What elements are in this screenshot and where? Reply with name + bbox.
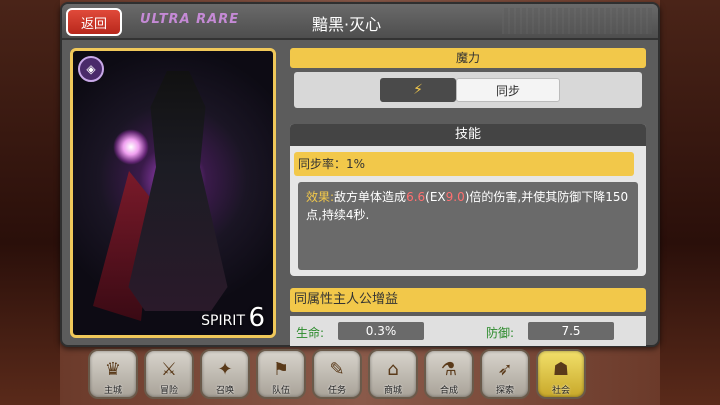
scroll-icon: ✎: [329, 358, 345, 380]
back-button[interactable]: 返回: [66, 8, 122, 36]
spirit-label: SPIRIT: [201, 313, 245, 329]
effect-ex-multiplier: 9.0: [445, 190, 465, 204]
effect-text-mid: (EX: [425, 190, 446, 204]
nav-label: 主城: [103, 386, 122, 396]
skill-title: 技能: [290, 124, 646, 146]
nav-label: 冒险: [159, 386, 178, 396]
nav-label: 商城: [383, 386, 402, 396]
card-artwork[interactable]: ◈ SPIRIT 6: [70, 48, 276, 338]
nav-summon[interactable]: ✦ 召唤: [200, 349, 250, 399]
castle-icon: ♛: [104, 358, 122, 380]
nav-craft[interactable]: ⚗ 合成: [424, 349, 474, 399]
card-detail-panel: 返回 ULTRA RARE 黯黑·灭心 ◈ SPIRIT 6 魔力 ⚡ 同步 技…: [60, 2, 660, 347]
rarity-label: ULTRA RARE: [140, 12, 240, 27]
hp-label: 生命:: [296, 326, 325, 340]
nav-quests[interactable]: ✎ 任务: [312, 349, 362, 399]
swords-icon: ⚔: [160, 358, 178, 380]
bottom-nav: ♛ 主城 ⚔ 冒险 ✦ 召唤 ⚑ 队伍 ✎ 任务 ⌂ 商城 ⚗ 合成 ➶ 探索 …: [88, 349, 648, 401]
nav-label: 探索: [495, 386, 514, 396]
effect-multiplier: 6.6: [406, 190, 426, 204]
lightning-card-icon: ⚡: [413, 82, 423, 98]
sync-button[interactable]: 同步: [456, 78, 560, 102]
nav-label: 队伍: [271, 386, 290, 396]
flask-icon: ⚗: [440, 358, 458, 380]
sync-rate: 同步率：1%: [294, 152, 634, 176]
background-right: [660, 0, 720, 405]
nav-shop[interactable]: ⌂ 商城: [368, 349, 418, 399]
panel-header: 返回 ULTRA RARE 黯黑·灭心: [62, 4, 658, 40]
summon-icon: ✦: [217, 358, 233, 380]
guild-icon: ☗: [552, 358, 570, 380]
mana-box: ⚡ 同步: [294, 72, 642, 108]
effect-text-pre: 敌方单体造成: [334, 190, 407, 204]
bow-icon: ➶: [497, 358, 513, 380]
team-crest-icon: ⚑: [272, 358, 290, 380]
def-value: 7.5: [528, 322, 614, 340]
nav-explore[interactable]: ➶ 探索: [480, 349, 530, 399]
nav-main-city[interactable]: ♛ 主城: [88, 349, 138, 399]
nav-label: 任务: [327, 386, 346, 396]
skill-box: 技能 同步率：1% 效果:敌方单体造成6.6(EX9.0)倍的伤害,并使其防御下…: [290, 124, 646, 276]
nav-adventure[interactable]: ⚔ 冒险: [144, 349, 194, 399]
bonus-stats: 生命: 0.3% 防御: 7.5: [290, 316, 646, 346]
nav-label: 合成: [439, 386, 458, 396]
attribute-badge-icon: ◈: [78, 56, 104, 82]
card-name: 黯黑·灭心: [312, 15, 382, 34]
nav-social[interactable]: ☗ 社会: [536, 349, 586, 399]
nav-label: 社会: [551, 386, 570, 396]
glow-orb-art: [113, 129, 149, 165]
def-label: 防御:: [486, 326, 515, 340]
bonus-title: 同属性主人公增益: [290, 288, 646, 312]
background-left: [0, 0, 60, 405]
shop-icon: ⌂: [387, 358, 399, 380]
nav-label: 召唤: [215, 386, 234, 396]
nav-team[interactable]: ⚑ 队伍: [256, 349, 306, 399]
mana-title: 魔力: [290, 48, 646, 68]
header-decoration: [502, 8, 652, 34]
skill-effect: 效果:敌方单体造成6.6(EX9.0)倍的伤害,并使其防御下降150点,持续4秒…: [298, 182, 638, 270]
hp-value: 0.3%: [338, 322, 424, 340]
spirit-value: 6: [248, 303, 265, 333]
effect-label: 效果:: [306, 190, 335, 204]
sync-mode-icon[interactable]: ⚡: [380, 78, 456, 102]
